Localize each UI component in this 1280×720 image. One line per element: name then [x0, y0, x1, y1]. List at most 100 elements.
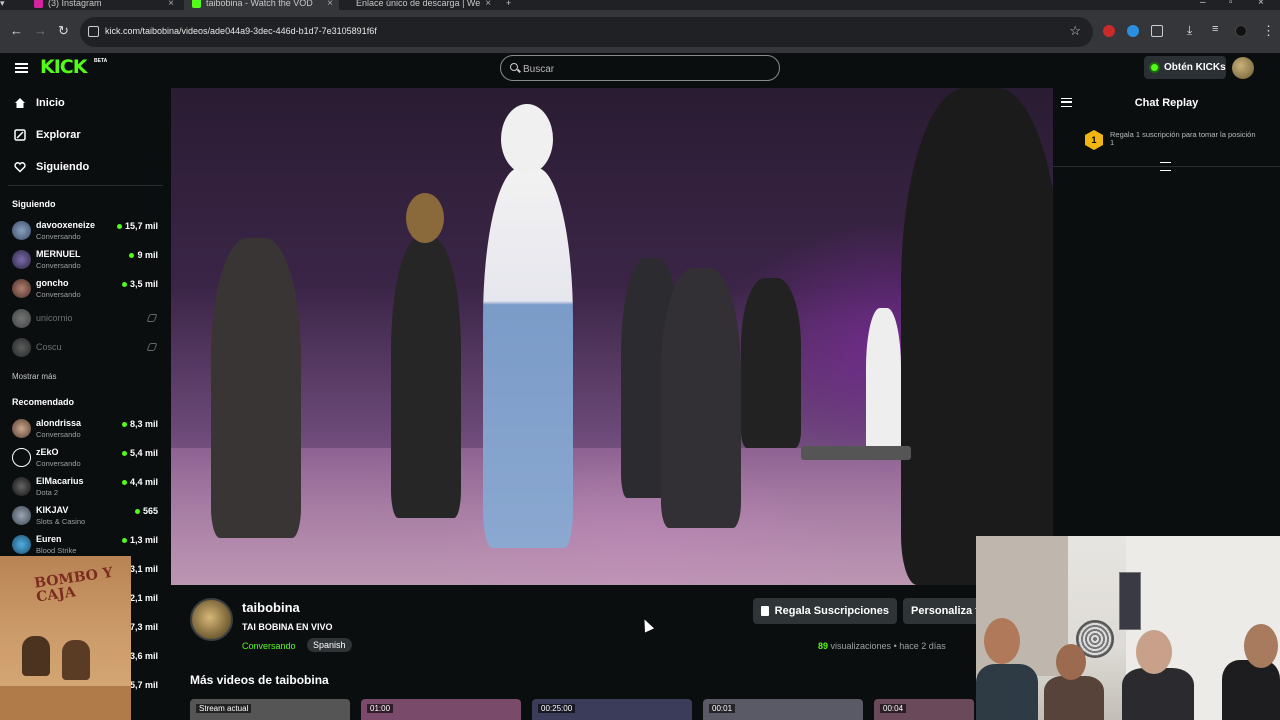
get-kicks-button[interactable]: Obtén KICKs	[1144, 56, 1226, 79]
video-thumbnail[interactable]: 00:04	[874, 699, 974, 720]
followed-channel-item[interactable]: davooxeneize Conversando 15,7 mil	[12, 217, 162, 244]
language-tag[interactable]: Spanish	[307, 638, 352, 652]
followed-channel-item[interactable]: Coscu	[12, 334, 162, 361]
address-bar[interactable]: kick.com/taibobina/videos/ade044a9-3dec-…	[80, 17, 1093, 47]
nav-label: Siguiendo	[36, 161, 90, 173]
channel-name: davooxeneize	[36, 220, 96, 230]
gift-subscriptions-button[interactable]: Regala Suscripciones	[753, 598, 897, 624]
instagram-icon	[34, 0, 43, 8]
gift-leaderboard[interactable]: 1 Regala 1 suscripción para tomar la pos…	[1053, 121, 1280, 167]
avatar	[12, 309, 31, 328]
views-label: visualizaciones	[830, 641, 892, 651]
hamburger-menu-icon[interactable]	[15, 63, 28, 73]
nav-label: Inicio	[36, 97, 65, 109]
followed-channel-item[interactable]: goncho Conversando 3,5 mil	[12, 275, 162, 302]
search-input[interactable]	[523, 61, 763, 77]
channel-category: Slots & Casino	[36, 517, 86, 526]
person-figure	[976, 664, 1038, 720]
forward-icon[interactable]: →	[34, 23, 47, 38]
extension-icon[interactable]	[1127, 25, 1139, 37]
close-window-icon[interactable]: ×	[1258, 0, 1264, 8]
recommended-heading: Recomendado	[12, 397, 75, 407]
foreground-person-figure	[901, 88, 1053, 585]
browser-tab-instagram[interactable]: (3) Instagram ×	[26, 0, 178, 10]
maximize-icon[interactable]: ▫	[1229, 0, 1233, 8]
chat-title: Chat Replay	[1134, 97, 1199, 109]
customize-label: Personaliza t	[911, 605, 977, 617]
bookmark-star-icon[interactable]: ☆	[1069, 23, 1081, 39]
close-tab-icon[interactable]: ×	[168, 0, 174, 9]
recommended-channel-item[interactable]: ElMacarius Dota 2 4,4 mil	[12, 473, 162, 500]
live-dot-icon	[116, 223, 122, 229]
recommended-channel-item[interactable]: zEkO Conversando 5,4 mil	[12, 444, 162, 471]
show-more-link[interactable]: Mostrar más	[12, 372, 56, 381]
channel-category: Conversando	[36, 232, 81, 241]
browser-tab-download[interactable]: Enlace único de descarga | We ×	[343, 0, 495, 10]
person-figure	[741, 278, 801, 448]
person-figure	[1122, 668, 1194, 720]
menu-dots-icon[interactable]: ⋮	[1262, 23, 1275, 39]
channel-name[interactable]: taibobina	[242, 600, 300, 615]
followed-channel-item[interactable]: unicornio	[12, 305, 162, 332]
new-tab-button[interactable]: +	[506, 0, 511, 10]
kick-logo[interactable]: KICK	[40, 56, 87, 78]
video-thumbnail[interactable]: 01:00	[361, 699, 521, 720]
user-avatar[interactable]	[1232, 57, 1254, 79]
poster-figure	[62, 640, 90, 680]
expand-pinned-icon[interactable]	[1160, 162, 1171, 171]
site-info-icon[interactable]	[88, 26, 99, 37]
avatar	[12, 419, 31, 438]
extensions-puzzle-icon[interactable]	[1151, 25, 1163, 37]
reload-icon[interactable]: ↻	[58, 23, 69, 39]
search-box[interactable]	[500, 55, 780, 81]
video-thumbnail[interactable]: 00:25:00	[532, 699, 692, 720]
nav-home[interactable]: Inicio	[14, 97, 65, 109]
channel-name: Coscu	[36, 342, 62, 352]
separator: •	[893, 641, 897, 651]
thumbnail-duration: 01:00	[367, 704, 394, 713]
viewer-count: 3,5 mil	[121, 279, 158, 289]
close-tab-icon[interactable]: ×	[327, 0, 333, 9]
recommended-channel-item[interactable]: KIKJAV Slots & Casino 565	[12, 502, 162, 529]
viewer-count-text: 3,6 mil	[129, 651, 158, 661]
download-icon[interactable]: ⤓	[1187, 23, 1192, 38]
nav-following[interactable]: Siguiendo	[14, 161, 89, 173]
gift-subscriptions-label: Regala Suscripciones	[774, 605, 889, 617]
tab-title: (3) Instagram	[48, 0, 102, 8]
channel-category: Conversando	[36, 430, 81, 439]
event-poster-image: BOMBO Y CAJA	[0, 556, 131, 720]
recommended-channel-item[interactable]: alondrissa Conversando 8,3 mil	[12, 415, 162, 442]
back-icon[interactable]: ←	[10, 23, 23, 38]
avatar	[12, 279, 31, 298]
video-player[interactable]	[171, 88, 1053, 585]
followed-channel-item[interactable]: MERNUEL Conversando 9 mil	[12, 246, 162, 273]
browser-tab-kick[interactable]: taibobina - Watch the VOD ×	[184, 0, 339, 10]
video-stats: 89 visualizaciones • hace 2 días	[818, 641, 946, 651]
viewer-count: 15,7 mil	[116, 221, 158, 231]
person-face	[1056, 644, 1086, 680]
viewer-count-text: 15,7 mil	[124, 221, 158, 231]
home-icon	[15, 98, 25, 108]
stream-category-link[interactable]: Conversando	[242, 641, 296, 651]
channel-name: Euren	[36, 534, 62, 544]
close-tab-icon[interactable]: ×	[485, 0, 491, 9]
thumbnail-label: Stream actual	[196, 704, 252, 713]
channel-category: Conversando	[36, 290, 81, 299]
views-count: 89	[818, 641, 829, 651]
minimize-icon[interactable]: –	[1200, 0, 1206, 8]
customize-button[interactable]: Personaliza t	[903, 598, 977, 624]
avatar	[12, 250, 31, 269]
recommended-channel-item[interactable]: Euren Blood Strike 1,3 mil	[12, 531, 162, 558]
video-thumbnail[interactable]: 00:01	[703, 699, 863, 720]
tab-search-button[interactable]: ▾	[0, 0, 10, 10]
extension-icon[interactable]	[1103, 25, 1115, 37]
channel-category: Dota 2	[36, 488, 59, 497]
video-thumbnail[interactable]: Stream actual	[190, 699, 350, 720]
live-dot-icon	[134, 508, 140, 514]
channel-avatar[interactable]	[190, 598, 233, 641]
profile-avatar[interactable]	[1235, 25, 1247, 37]
viewer-count-text: 1,3 mil	[129, 535, 158, 545]
nav-explore[interactable]: Explorar	[14, 129, 81, 141]
media-control-icon[interactable]: ≡	[1212, 23, 1218, 35]
viewer-count-text: 7,3 mil	[129, 622, 158, 632]
